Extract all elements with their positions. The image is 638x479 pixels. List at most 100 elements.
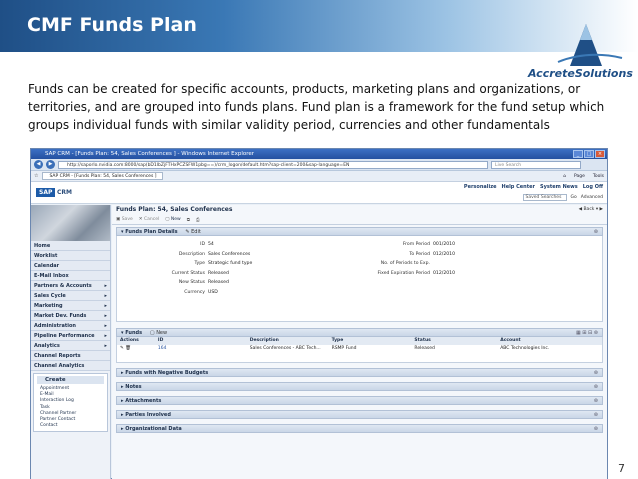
save-icon: ▣ <box>116 217 121 222</box>
sidebar-item-analytics[interactable]: Analytics ▸ <box>31 341 110 351</box>
forward-arrow-icon[interactable]: ▶ <box>46 160 55 169</box>
section-settings-icon[interactable]: ⊜ <box>594 383 598 392</box>
section-settings-icon[interactable]: ⊜ <box>594 397 598 406</box>
new-button[interactable]: ▢ New <box>165 217 181 222</box>
browser-titlebar: SAP CRM - [Funds Plan: 54, Sales Confere… <box>31 149 607 159</box>
print-icon[interactable]: ⎙ <box>196 217 200 223</box>
sidebar-item-pipeline-performance[interactable]: Pipeline Performance ▸ <box>31 331 110 341</box>
help-center-link[interactable]: Help Center <box>502 184 535 190</box>
cancel-button[interactable]: ✕ Cancel <box>139 217 159 222</box>
section-organizational-data[interactable]: ▸ Organizational Data ⊜ <box>116 424 603 433</box>
create-links: Appointment E-Mail Interaction Log Task Chan… <box>37 386 104 429</box>
saved-searches-select[interactable]: Saved Searches <box>522 194 567 201</box>
section-notes[interactable]: ▸ Notes ⊜ <box>116 382 603 391</box>
section-settings-icon[interactable]: ⊜ <box>594 411 598 420</box>
funds-section-title: Funds <box>125 330 143 336</box>
sidebar-item-marketing[interactable]: Marketing ▸ <box>31 301 110 311</box>
page-menu[interactable]: Page <box>574 174 585 179</box>
browser-tools: ⌂ Page Tools <box>563 174 604 179</box>
close-icon[interactable]: × <box>595 150 605 158</box>
create-heading: Create <box>37 376 104 384</box>
col-actions[interactable]: Actions <box>117 337 155 345</box>
col-description[interactable]: Description <box>247 337 329 345</box>
field-value: Released <box>208 270 229 276</box>
field-label: Fixed Expiration Period <box>377 270 430 276</box>
sidebar-item-label: Analytics <box>34 343 60 349</box>
chevron-right-icon: ▸ <box>104 293 107 299</box>
field-value: 001/2010 <box>433 242 456 247</box>
browser-search-input[interactable]: Live Search <box>491 160 581 169</box>
edit-button[interactable]: ✎ Edit <box>185 229 200 235</box>
sidebar-item-label: Calendar <box>34 263 60 269</box>
col-account[interactable]: Account <box>497 337 602 345</box>
delete-row-icon[interactable]: 🗑 <box>125 346 131 351</box>
favorites-star-icon[interactable]: ☆ <box>34 173 38 179</box>
sidebar-item-e-mail-inbox[interactable]: E-Mail Inbox <box>31 271 110 281</box>
browser-tab[interactable]: SAP CRM - [Funds Plan: 54, Sales Confere… <box>42 172 164 180</box>
funds-plan-details-header[interactable]: ▾ Funds Plan Details ✎ Edit ⊜ <box>116 227 603 236</box>
back-label: Back <box>583 207 595 212</box>
sidebar-item-channel-analytics[interactable]: Channel Analytics <box>31 361 110 371</box>
sidebar-item-administration[interactable]: Administration ▸ <box>31 321 110 331</box>
back-button[interactable]: ◀ Back ▾ ▶ <box>579 205 603 215</box>
section-settings-icon[interactable]: ⊜ <box>594 369 598 378</box>
sidebar-item-sales-cycle[interactable]: Sales Cycle ▸ <box>31 291 110 301</box>
edit-row-icon[interactable]: ✎ <box>120 346 124 351</box>
row-id-link[interactable]: 164 <box>155 345 247 353</box>
table-row: ✎ 🗑 164 Sales Conferences - ABC Tech... … <box>117 345 602 353</box>
back-arrow-icon[interactable]: ◀ <box>34 160 43 169</box>
sidebar-item-label: Channel Analytics <box>34 363 85 369</box>
field-label: Current Status <box>171 270 205 276</box>
save-button[interactable]: ▣ Save <box>116 217 133 222</box>
advanced-button[interactable]: Advanced <box>581 195 603 200</box>
sidebar-item-partners-accounts[interactable]: Partners & Accounts ▸ <box>31 281 110 291</box>
field-label: ID <box>200 242 205 247</box>
row-status: Released <box>414 346 435 351</box>
field-value: USD <box>208 289 218 295</box>
log-off-link[interactable]: Log Off <box>583 184 603 190</box>
sidebar-item-worklist[interactable]: Worklist <box>31 251 110 261</box>
minimize-icon[interactable]: _ <box>573 150 583 158</box>
go-button[interactable]: Go <box>571 195 577 200</box>
accrete-logo: AccreteSolutions <box>528 22 633 84</box>
col-status[interactable]: Status <box>411 337 497 345</box>
sidebar-item-market-dev-funds[interactable]: Market Dev. Funds ▸ <box>31 311 110 321</box>
sap-product-name: CRM <box>57 189 72 196</box>
slide-title: CMF Funds Plan <box>27 14 197 36</box>
details-section-title: Funds Plan Details <box>125 229 178 235</box>
funds-new-button[interactable]: ▢ New <box>150 330 167 336</box>
section-attachments[interactable]: ▸ Attachments ⊜ <box>116 396 603 405</box>
sidebar-item-channel-reports[interactable]: Channel Reports <box>31 351 110 361</box>
section-parties-involved[interactable]: ▸ Parties Involved ⊜ <box>116 410 603 419</box>
sap-logo: SAP <box>36 188 56 197</box>
copy-icon[interactable]: ⧉ <box>187 217 190 223</box>
field-value: Released <box>208 280 229 285</box>
sidebar-item-home[interactable]: Home <box>31 241 110 251</box>
home-icon[interactable]: ⌂ <box>563 174 566 179</box>
row-account: ABC Technologies Inc. <box>500 346 550 351</box>
url-input[interactable]: http://saporlo.nvidia.com:8000/sap(bD1lb… <box>58 160 488 169</box>
detail-field: From Period 001/2010 <box>342 242 455 247</box>
personalize-link[interactable]: Personalize <box>464 184 497 190</box>
field-label: Type <box>194 261 205 266</box>
sidebar-item-label: Worklist <box>34 253 58 259</box>
tools-menu[interactable]: Tools <box>593 174 604 179</box>
col-id[interactable]: ID <box>155 337 247 345</box>
funds-new-label: New <box>156 330 168 336</box>
col-type[interactable]: Type <box>329 337 412 345</box>
sidebar-item-label: Sales Cycle <box>34 293 66 299</box>
create-link-contact[interactable]: Contact <box>37 423 104 429</box>
row-actions: ✎ 🗑 <box>117 345 155 353</box>
sidebar-item-calendar[interactable]: Calendar <box>31 261 110 271</box>
system-news-link[interactable]: System News <box>540 184 578 190</box>
section-funds-with-negative-budgets[interactable]: ▸ Funds with Negative Budgets ⊜ <box>116 368 603 377</box>
field-value: 012/2010 <box>433 270 456 276</box>
sidebar-item-label: Channel Reports <box>34 353 81 359</box>
funds-section-header[interactable]: ▾ Funds ▢ New ▦ ⊞ ⊟ ⊜ <box>116 328 603 337</box>
maximize-icon[interactable]: □ <box>584 150 594 158</box>
field-label: Currency <box>184 289 205 295</box>
sidebar-item-label: Marketing <box>34 303 63 309</box>
section-title: Funds with Negative Budgets <box>125 370 209 376</box>
section-settings-icon[interactable]: ⊜ <box>594 425 598 434</box>
table-tools-icons[interactable]: ▦ ⊞ ⊟ ⊜ <box>576 329 598 338</box>
